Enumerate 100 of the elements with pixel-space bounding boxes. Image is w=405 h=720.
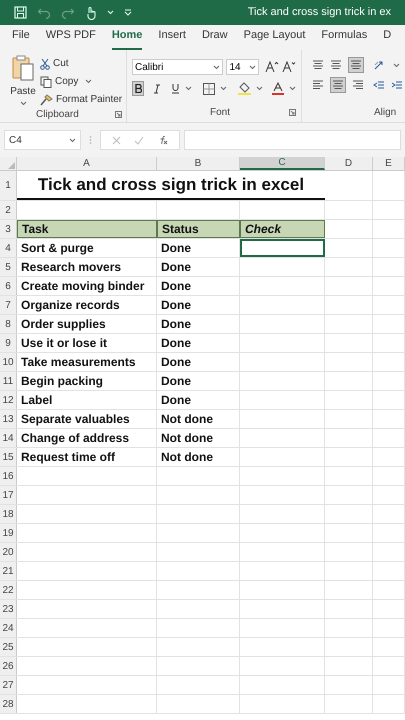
row-header[interactable]: 24: [0, 619, 17, 637]
font-color-icon[interactable]: [272, 82, 284, 95]
column-header[interactable]: D: [325, 157, 373, 170]
align-right-icon[interactable]: [352, 79, 364, 91]
row-header[interactable]: 18: [0, 505, 17, 523]
italic-icon[interactable]: [153, 84, 161, 94]
paste-button[interactable]: Paste: [0, 54, 40, 107]
borders-icon[interactable]: [203, 82, 215, 94]
row-header[interactable]: 9: [0, 334, 17, 352]
caret-icon[interactable]: [20, 101, 26, 106]
table-cell: Not done: [157, 429, 240, 447]
save-icon[interactable]: [14, 6, 27, 19]
brush-icon: [40, 94, 53, 106]
ribbon-tab[interactable]: Insert: [158, 26, 186, 50]
row-header[interactable]: 22: [0, 581, 17, 599]
column-header[interactable]: E: [373, 157, 405, 170]
row-header[interactable]: 8: [0, 315, 17, 333]
row-header[interactable]: 4: [0, 239, 17, 257]
shrink-font-icon[interactable]: [282, 61, 296, 73]
row-header[interactable]: 7: [0, 296, 17, 314]
row-header[interactable]: 23: [0, 600, 17, 618]
table-cell: Sort & purge: [17, 239, 157, 257]
row-header[interactable]: 1: [0, 171, 17, 200]
row-header[interactable]: 13: [0, 410, 17, 428]
bottom-align-icon[interactable]: [348, 57, 364, 73]
checkmark-icon[interactable]: [134, 136, 144, 144]
row-header[interactable]: 3: [0, 220, 17, 238]
underline-icon[interactable]: [171, 83, 180, 94]
caret-icon[interactable]: [393, 62, 400, 68]
table-cell: Begin packing: [17, 372, 157, 390]
row-header[interactable]: 19: [0, 524, 17, 542]
row-header[interactable]: 16: [0, 467, 17, 485]
ribbon-tab[interactable]: Draw: [202, 26, 228, 50]
table-cell: Label: [17, 391, 157, 409]
row-header[interactable]: 6: [0, 277, 17, 295]
caret-icon[interactable]: [85, 79, 92, 84]
ribbon-tab[interactable]: Formulas: [321, 26, 368, 50]
row-header[interactable]: 14: [0, 429, 17, 447]
increase-indent-icon[interactable]: [391, 79, 403, 91]
row-header[interactable]: 15: [0, 448, 17, 466]
caret-icon[interactable]: [256, 86, 263, 91]
row-header[interactable]: 11: [0, 372, 17, 390]
decrease-indent-icon[interactable]: [373, 79, 385, 91]
row-header[interactable]: 25: [0, 638, 17, 656]
align-center-icon[interactable]: [330, 77, 346, 93]
ribbon-tab[interactable]: WPS PDF: [46, 26, 96, 50]
caret-icon[interactable]: [289, 86, 296, 91]
name-box[interactable]: C4: [4, 130, 81, 150]
font-name-field[interactable]: Calibri: [132, 59, 224, 75]
font-size-field[interactable]: 14: [226, 59, 259, 75]
table-cell: Done: [157, 315, 240, 333]
table-cell: Request time off: [17, 448, 157, 466]
launcher-icon[interactable]: [289, 109, 296, 116]
column-header[interactable]: C: [240, 157, 325, 170]
row-header[interactable]: 2: [0, 201, 17, 219]
grow-font-icon[interactable]: [265, 61, 279, 73]
caret-icon[interactable]: [185, 86, 192, 91]
row-header[interactable]: 20: [0, 543, 17, 561]
row-header[interactable]: 17: [0, 486, 17, 504]
row-header[interactable]: 21: [0, 562, 17, 580]
header-cell: Status: [157, 220, 240, 238]
table-cell: Done: [157, 334, 240, 352]
align-left-icon[interactable]: [312, 79, 324, 91]
table-cell: Separate valuables: [17, 410, 157, 428]
caret-icon[interactable]: [69, 138, 76, 142]
caret-icon[interactable]: [213, 64, 220, 70]
scissors-icon: [40, 58, 50, 70]
table-cell: Done: [157, 296, 240, 314]
caret-icon[interactable]: [249, 64, 256, 70]
window-title: Tick and cross sign trick in ex: [248, 5, 391, 20]
middle-align-icon[interactable]: [330, 59, 342, 71]
table-cell: Done: [157, 258, 240, 276]
row-header[interactable]: 27: [0, 676, 17, 694]
brush-button[interactable]: Format Painter: [40, 92, 122, 107]
scissors-button[interactable]: Cut: [40, 56, 122, 71]
caret-icon[interactable]: [220, 86, 227, 91]
ribbon-tab[interactable]: Page Layout: [244, 26, 306, 50]
row-header[interactable]: 10: [0, 353, 17, 371]
formula-input[interactable]: [184, 130, 401, 150]
check-cell[interactable]: [240, 239, 325, 257]
row-header[interactable]: 12: [0, 391, 17, 409]
table-cell: Not done: [157, 448, 240, 466]
header-cell: Check: [240, 220, 325, 238]
copy-button[interactable]: Copy: [40, 74, 122, 89]
copy-icon: [40, 76, 52, 88]
row-header[interactable]: 5: [0, 258, 17, 276]
touch-icon[interactable]: [85, 6, 97, 20]
function-icon[interactable]: [158, 135, 168, 145]
column-header[interactable]: A: [17, 157, 157, 170]
top-align-icon[interactable]: [312, 59, 324, 71]
ribbon-tab[interactable]: File: [12, 26, 30, 50]
row-header[interactable]: 26: [0, 657, 17, 675]
row-header[interactable]: 28: [0, 695, 17, 713]
ribbon-tab[interactable]: D: [383, 26, 392, 50]
fill-color-icon[interactable]: [238, 82, 251, 95]
header-cell: Task: [17, 220, 157, 238]
customize-icon[interactable]: [124, 9, 132, 16]
launcher-icon[interactable]: [115, 111, 122, 118]
table-cell: Done: [157, 239, 240, 257]
bold-icon[interactable]: [132, 81, 144, 96]
